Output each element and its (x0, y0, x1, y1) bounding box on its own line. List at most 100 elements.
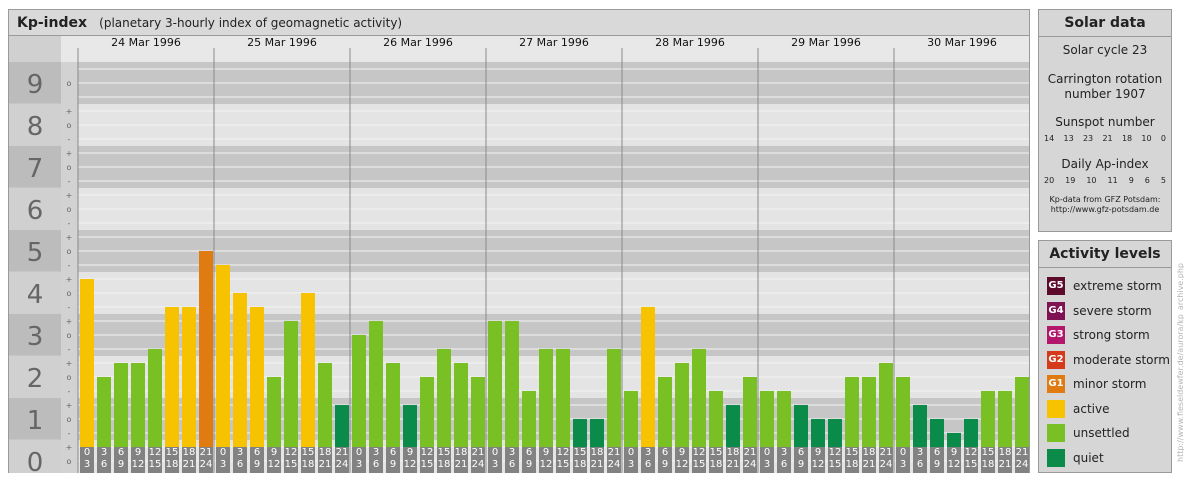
time-interval-label: 21 24 (199, 447, 213, 473)
time-interval-label: 3 6 (505, 447, 519, 473)
legend-label: moderate storm (1073, 352, 1170, 367)
legend-swatch (1047, 424, 1065, 443)
kp-bar (488, 321, 502, 463)
solar-panel-title: Solar data (1039, 10, 1171, 37)
kp-bar (199, 251, 213, 463)
time-interval-label: 21 24 (471, 447, 485, 473)
time-interval-label: 12 15 (284, 447, 298, 473)
chart-subtitle: (planetary 3-hourly index of geomagnetic… (99, 16, 403, 30)
time-interval-label: 18 21 (998, 447, 1012, 473)
date-label: 27 Mar 1996 (519, 36, 589, 49)
legend-label: unsettled (1073, 426, 1130, 441)
kp-bar (692, 348, 706, 463)
kp-bar (148, 348, 162, 463)
legend-list: G5 extreme storm G4 severe storm G3 strong st… (1039, 268, 1171, 470)
y-minor-tick: - (68, 177, 71, 186)
time-interval-label: 6 9 (658, 447, 672, 473)
time-interval-label: 3 6 (641, 447, 655, 473)
legend-swatch: G2 (1047, 350, 1065, 369)
kp-bar (556, 348, 570, 463)
time-interval-label: 18 21 (862, 447, 876, 473)
sunspot-value: 13 (1063, 134, 1074, 143)
time-interval-label: 0 3 (80, 447, 94, 473)
solar-cycle: Solar cycle 23 (1062, 43, 1148, 57)
time-interval-label: 9 12 (811, 447, 825, 473)
legend-swatch (1047, 448, 1065, 467)
date-label: 29 Mar 1996 (791, 36, 861, 49)
time-interval-label: 9 12 (403, 447, 417, 473)
legend-label: strong storm (1073, 328, 1150, 343)
ap-title: Daily Ap-index (1061, 157, 1149, 171)
time-interval-label: 6 9 (250, 447, 264, 473)
time-interval-label: 6 9 (114, 447, 128, 473)
time-interval-label: 18 21 (454, 447, 468, 473)
plot-svg: o + o + - o + - o + - o + - o + - o + - o + - o + - o (61, 36, 1029, 473)
y-minor-tick: o (67, 163, 72, 172)
sunspot-value: 21 (1102, 134, 1113, 143)
legend-label: severe storm (1073, 303, 1152, 318)
y-tick-label: 3 (27, 322, 44, 352)
y-minor-tick: + (66, 149, 73, 158)
y-minor-tick: + (66, 359, 73, 368)
time-interval-label: 12 15 (420, 447, 434, 473)
y-minor-tick: - (68, 135, 71, 144)
y-minor-tick: - (68, 345, 71, 354)
time-interval-label: 0 3 (216, 447, 230, 473)
time-interval-label: 6 9 (930, 447, 944, 473)
activity-panel-title: Activity levels (1039, 241, 1171, 268)
kp-bar (352, 335, 366, 463)
time-interval-label: 3 6 (97, 447, 111, 473)
time-interval-label: 15 18 (437, 447, 451, 473)
watermark-url: http://www.fieseldewfer.de/aurora/kp_arc… (1176, 263, 1184, 463)
sunspot-value: 0 (1160, 134, 1166, 143)
kp-bar (233, 293, 247, 463)
ap-values: 20 19 10 11 9 6 5 (1039, 176, 1171, 186)
y-axis-major: 0 1 2 3 4 5 6 7 8 9 (9, 36, 61, 480)
y-minor-tick: o (67, 247, 72, 256)
kp-bar (182, 306, 196, 463)
kp-bar (250, 306, 264, 463)
time-interval-label: 6 9 (386, 447, 400, 473)
y-minor-tick: + (66, 401, 73, 410)
legend-item: G1 minor storm (1039, 372, 1171, 397)
y-axis-svg: 0 1 2 3 4 5 6 7 8 9 (9, 36, 61, 480)
time-interval-label: 21 24 (335, 447, 349, 473)
y-minor-tick: - (68, 303, 71, 312)
chart-header: Kp-index (planetary 3-hourly index of ge… (9, 10, 1029, 36)
legend-item: G3 strong storm (1039, 323, 1171, 348)
kp-bar (369, 321, 383, 463)
legend-item: active (1039, 397, 1171, 422)
kp-bar (301, 293, 315, 463)
y-tick-label: 8 (27, 112, 44, 142)
y-tick-label: 1 (27, 406, 44, 436)
time-interval-label: 12 15 (692, 447, 706, 473)
y-minor-tick: o (67, 289, 72, 298)
y-minor-tick: - (68, 387, 71, 396)
time-interval-label: 9 12 (267, 447, 281, 473)
y-tick-label: 5 (27, 238, 44, 268)
y-tick-label: 7 (27, 154, 44, 184)
time-interval-label: 0 3 (624, 447, 638, 473)
legend-label: minor storm (1073, 377, 1147, 392)
kp-bar (539, 348, 553, 463)
time-interval-label: 18 21 (318, 447, 332, 473)
legend-swatch: G1 (1047, 375, 1065, 394)
y-minor-tick: - (68, 219, 71, 228)
y-tick-label: 0 (27, 448, 44, 473)
time-interval-label: 6 9 (522, 447, 536, 473)
time-interval-label: 12 15 (964, 447, 978, 473)
y-minor-tick: + (66, 443, 73, 452)
time-interval-label: 15 18 (573, 447, 587, 473)
sunspot-value: 23 (1082, 134, 1094, 143)
time-interval-label: 18 21 (182, 447, 196, 473)
y-minor-tick: - (68, 429, 71, 438)
kp-bar (437, 348, 451, 463)
time-interval-label: 21 24 (607, 447, 621, 473)
sunspot-value: 10 (1141, 134, 1152, 143)
kp-bar (165, 306, 179, 463)
y-tick-label: 9 (27, 70, 44, 100)
time-interval-label: 15 18 (709, 447, 723, 473)
time-interval-label: 12 15 (556, 447, 570, 473)
y-minor-tick: o (67, 205, 72, 214)
time-interval-label: 12 15 (828, 447, 842, 473)
